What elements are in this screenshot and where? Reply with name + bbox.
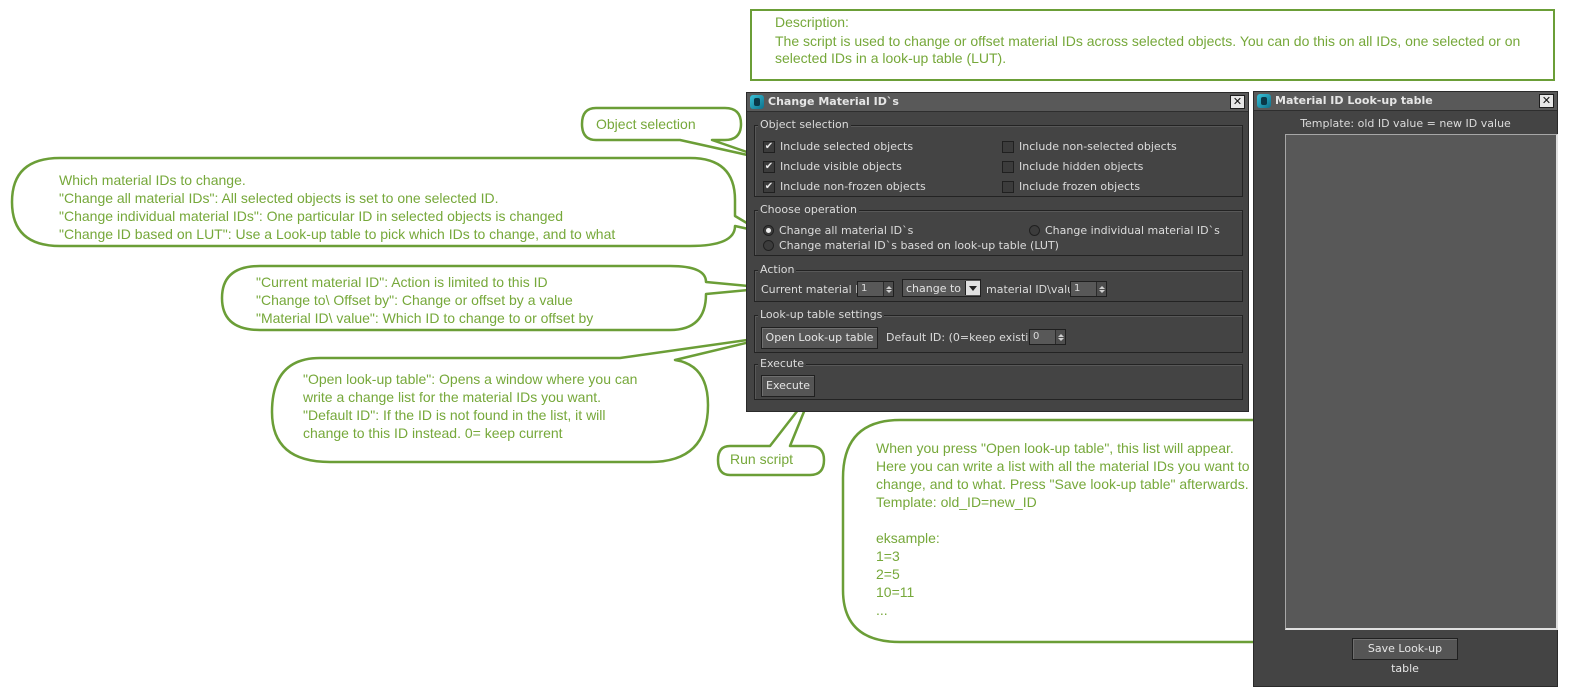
callout-which-ids: Which material IDs to change. "Change al… — [59, 172, 616, 242]
action-group: Action Current material ID 1 change to m… — [754, 263, 1243, 302]
spinner-arrows-icon[interactable] — [1096, 282, 1106, 296]
checkbox-label: Include non-frozen objects — [780, 180, 926, 193]
group-title: Look-up table settings — [758, 308, 885, 321]
operation-group: Choose operation Change all material ID`… — [754, 203, 1243, 256]
include-hidden-checkbox[interactable]: Include hidden objects — [1002, 160, 1143, 173]
radio-label: Change material ID`s based on look-up ta… — [779, 239, 1059, 252]
callout-object-selection: Object selection — [596, 116, 696, 132]
change-lut-radio[interactable]: Change material ID`s based on look-up ta… — [763, 239, 1059, 252]
checkbox-box — [1002, 180, 1014, 193]
title-bar[interactable]: Material ID Look-up table ✕ — [1254, 92, 1557, 111]
save-lut-button[interactable]: Save Look-up table — [1352, 638, 1458, 675]
checkbox-label: Include hidden objects — [1019, 160, 1144, 173]
object-selection-group: Object selection ✔ Include selected obje… — [754, 118, 1243, 197]
execute-button[interactable]: Execute — [761, 375, 815, 397]
action-mode-dropdown[interactable]: change to — [902, 279, 981, 297]
check-icon: ✔ — [763, 140, 775, 153]
include-frozen-checkbox[interactable]: Include frozen objects — [1002, 180, 1140, 193]
current-material-id-label: Current material ID — [761, 283, 867, 296]
close-button[interactable]: ✕ — [1230, 95, 1245, 109]
include-visible-checkbox[interactable]: ✔ Include visible objects — [763, 160, 902, 173]
spinner-arrows-icon[interactable] — [1055, 330, 1065, 344]
radio-label: Change all material ID`s — [779, 224, 914, 237]
window-title: Material ID Look-up table — [1275, 94, 1433, 107]
change-all-radio[interactable]: Change all material ID`s — [763, 224, 913, 237]
chevron-down-icon[interactable] — [965, 281, 980, 295]
checkbox-label: Include selected objects — [780, 140, 914, 153]
callout-action: "Current material ID": Action is limited… — [256, 274, 594, 326]
spinner-value[interactable]: 0 — [1030, 330, 1055, 344]
group-title: Choose operation — [758, 203, 859, 216]
group-title: Object selection — [758, 118, 851, 131]
default-id-spinner[interactable]: 0 — [1029, 329, 1066, 345]
default-id-label: Default ID: (0=keep existing) — [886, 331, 1047, 344]
dropdown-value: change to — [906, 281, 962, 295]
checkbox-label: Include visible objects — [780, 160, 902, 173]
lut-settings-group: Look-up table settings Open Look-up tabl… — [754, 308, 1243, 353]
include-non-selected-checkbox[interactable]: Include non-selected objects — [1002, 140, 1177, 153]
change-material-id-window: Change Material ID`s ✕ Object selection … — [746, 92, 1249, 412]
check-icon: ✔ — [763, 160, 775, 173]
template-label: Template: old ID value = new ID value — [1300, 117, 1511, 130]
execute-group: Execute Execute — [754, 357, 1243, 400]
callout-lut-window: When you press "Open look-up table", thi… — [876, 440, 1250, 618]
checkbox-label: Include frozen objects — [1019, 180, 1141, 193]
radio-icon — [1029, 225, 1040, 236]
checkbox-label: Include non-selected objects — [1019, 140, 1177, 153]
change-individual-radio[interactable]: Change individual material ID`s — [1029, 224, 1220, 237]
callout-run-script: Run script — [730, 451, 794, 467]
app-icon — [750, 95, 764, 109]
group-title: Execute — [758, 357, 806, 370]
material-id-value-label: material ID\value — [986, 283, 1081, 296]
description-heading: Description: — [775, 14, 849, 30]
open-lut-button[interactable]: Open Look-up table — [761, 327, 878, 349]
radio-icon — [763, 240, 774, 251]
app-icon — [1257, 94, 1271, 108]
material-id-value-spinner[interactable]: 1 — [1070, 281, 1107, 297]
include-non-frozen-checkbox[interactable]: ✔ Include non-frozen objects — [763, 180, 926, 193]
group-title: Action — [758, 263, 797, 276]
spinner-value[interactable]: 1 — [1071, 282, 1096, 296]
radio-label: Change individual material ID`s — [1045, 224, 1220, 237]
check-icon: ✔ — [763, 180, 775, 193]
description-text: The script is used to change or offset m… — [775, 33, 1521, 66]
spinner-value[interactable]: 1 — [858, 282, 883, 296]
callout-lut-settings: "Open look-up table": Opens a window whe… — [303, 371, 638, 441]
close-button[interactable]: ✕ — [1539, 94, 1554, 108]
title-bar[interactable]: Change Material ID`s ✕ — [747, 93, 1248, 112]
lut-textarea[interactable] — [1285, 134, 1558, 630]
include-selected-checkbox[interactable]: ✔ Include selected objects — [763, 140, 913, 153]
checkbox-box — [1002, 140, 1014, 153]
radio-icon — [763, 225, 774, 236]
spinner-arrows-icon[interactable] — [883, 282, 893, 296]
current-material-id-spinner[interactable]: 1 — [857, 281, 894, 297]
lut-window: Material ID Look-up table ✕ Template: ol… — [1253, 91, 1558, 687]
checkbox-box — [1002, 160, 1014, 173]
window-title: Change Material ID`s — [768, 95, 899, 108]
